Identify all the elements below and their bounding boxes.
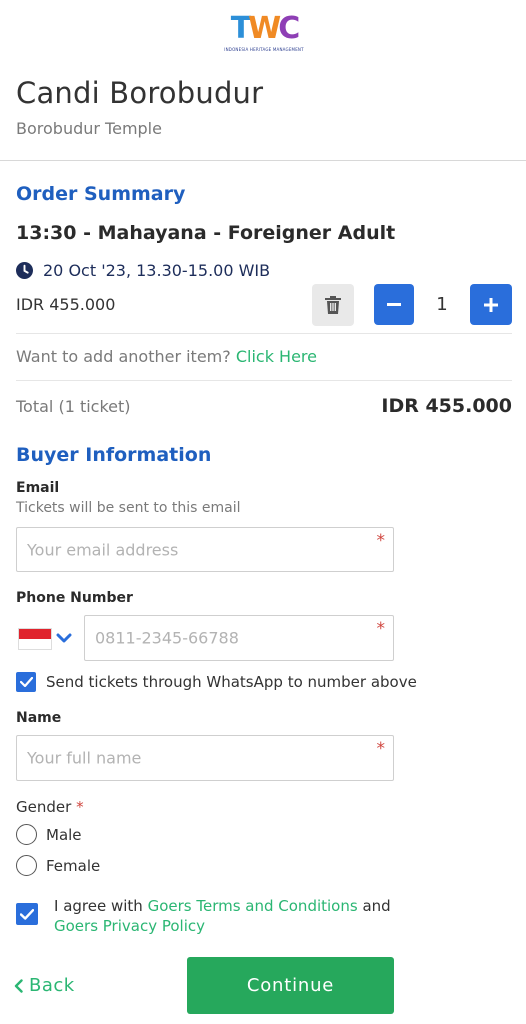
plus-icon [484, 297, 498, 312]
add-item-link[interactable]: Click Here [236, 347, 317, 366]
ticket-date: 20 Oct '23, 13.30-15.00 WIB [43, 261, 271, 280]
gender-male-label[interactable]: Male [46, 826, 82, 844]
ticket-price: IDR 455.000 [16, 295, 116, 314]
name-label: Name [16, 710, 62, 726]
clock-icon [16, 262, 33, 279]
agree-terms-text: I agree with Goers Terms and Conditions … [54, 896, 414, 936]
chevron-down-icon[interactable] [56, 631, 72, 645]
email-placeholder: Your email address [27, 540, 179, 559]
ticket-date-row: 20 Oct '23, 13.30-15.00 WIB [16, 261, 270, 280]
order-divider [16, 333, 512, 334]
back-button[interactable]: Back [14, 975, 75, 996]
total-label: Total (1 ticket) [16, 397, 131, 416]
ticket-item-title: 13:30 - Mahayana - Foreigner Adult [16, 222, 396, 244]
phone-label: Phone Number [16, 590, 133, 606]
add-item-row: Want to add another item? Click Here [16, 347, 317, 366]
gender-label-text: Gender [16, 798, 72, 816]
email-field[interactable]: Your email address * [16, 527, 394, 572]
gender-male-radio[interactable] [16, 824, 37, 845]
indonesia-flag-icon[interactable] [18, 628, 52, 650]
phone-placeholder: 0811-2345-66788 [95, 628, 239, 648]
page-title: Candi Borobudur [16, 76, 264, 110]
privacy-policy-link[interactable]: Goers Privacy Policy [54, 917, 205, 935]
logo-letter-c: C [278, 11, 300, 46]
continue-button[interactable]: Continue [187, 957, 394, 1014]
header-divider [0, 160, 526, 161]
increase-quantity-button[interactable] [470, 284, 512, 325]
full-name-field[interactable]: Your full name * [16, 735, 394, 781]
terms-link[interactable]: Goers Terms and Conditions [148, 897, 358, 915]
decrease-quantity-button[interactable] [374, 284, 414, 325]
agree-terms-checkbox[interactable] [16, 903, 38, 925]
logo-letter-w: W [248, 11, 281, 46]
back-button-label: Back [29, 975, 75, 996]
add-item-prompt: Want to add another item? [16, 347, 231, 366]
agree-prefix: I agree with [54, 897, 143, 915]
trash-icon [325, 296, 341, 314]
check-icon [19, 677, 33, 687]
order-summary-heading: Order Summary [16, 183, 186, 205]
email-hint: Tickets will be sent to this email [16, 500, 241, 516]
whatsapp-checkbox-label: Send tickets through WhatsApp to number … [46, 673, 417, 691]
phone-number-field[interactable]: 0811-2345-66788 * [84, 615, 394, 661]
delete-item-button[interactable] [312, 284, 354, 326]
required-mark: * [376, 531, 386, 551]
total-divider [16, 380, 512, 381]
page-subtitle: Borobudur Temple [16, 119, 162, 138]
required-mark: * [376, 739, 386, 759]
twc-logo: TWC INDONESIA HERITAGE MANAGEMENT [222, 14, 306, 54]
total-value: IDR 455.000 [381, 395, 512, 417]
required-mark: * [376, 619, 386, 639]
name-placeholder: Your full name [27, 748, 142, 768]
agree-and: and [362, 897, 391, 915]
buyer-information-heading: Buyer Information [16, 444, 212, 466]
gender-female-radio[interactable] [16, 855, 37, 876]
logo-wordmark: TWC [222, 14, 306, 44]
minus-icon [387, 302, 401, 306]
check-icon [20, 908, 34, 920]
logo-subtitle: INDONESIA HERITAGE MANAGEMENT [224, 47, 304, 52]
whatsapp-checkbox[interactable] [16, 672, 36, 692]
required-mark: * [76, 798, 84, 816]
logo-letter-t: T [230, 11, 252, 46]
email-label: Email [16, 480, 60, 496]
chevron-left-icon [14, 978, 23, 993]
quantity-value: 1 [436, 294, 448, 315]
gender-female-label[interactable]: Female [46, 857, 100, 875]
gender-label: Gender * [16, 798, 84, 816]
